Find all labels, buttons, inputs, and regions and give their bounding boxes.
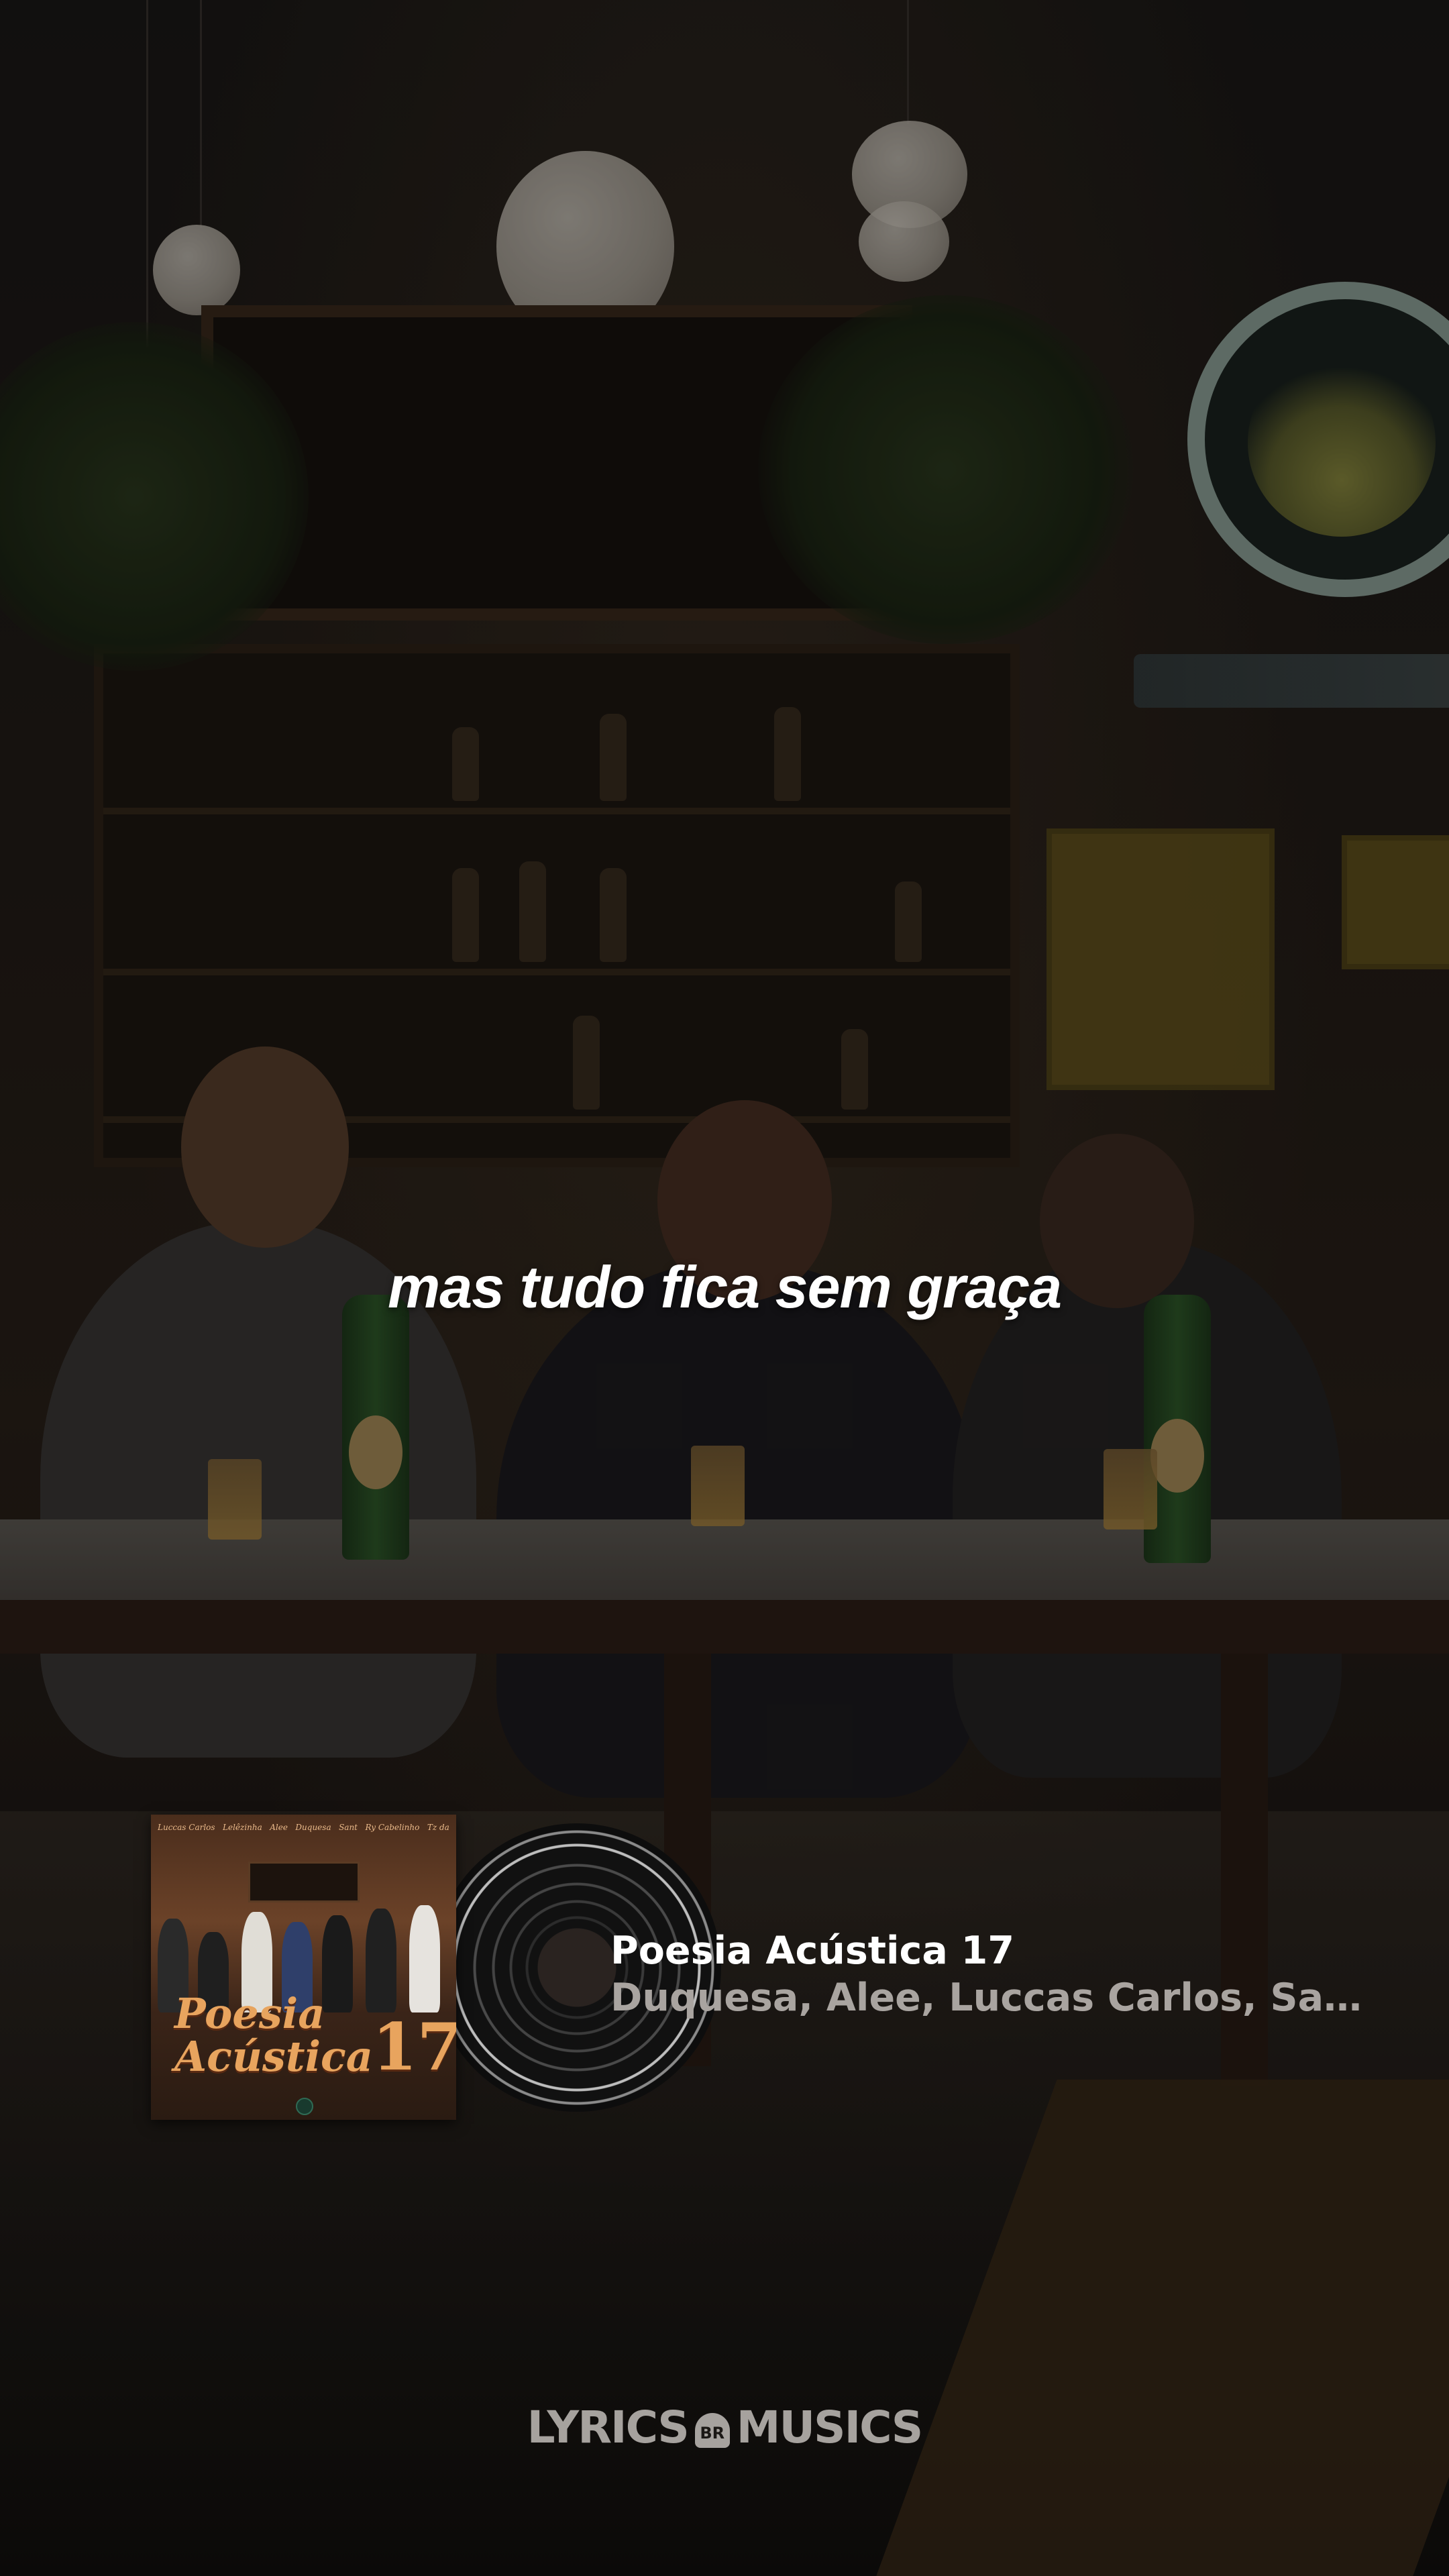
track-title: Poesia Acústica 17 xyxy=(610,1929,1014,1973)
cover-artist-name: Lelêzinha xyxy=(223,1823,262,1832)
album-cover: Luccas Carlos Lelêzinha Alee Duquesa San… xyxy=(151,1815,456,2120)
cover-artist-name: Sant xyxy=(339,1823,358,1832)
cover-menu-board xyxy=(248,1862,360,1902)
current-lyric-line: mas tudo fica sem graça xyxy=(387,1254,1062,1320)
cover-artist-name: Ry Cabelinho xyxy=(365,1823,420,1832)
cover-label-logo xyxy=(296,2098,313,2115)
brand-logo-right: MUSICS xyxy=(736,2402,924,2453)
cover-artist-name: Luccas Carlos xyxy=(158,1823,215,1832)
cover-artist-name: Duquesa xyxy=(295,1823,331,1832)
album-cover-artist-names: Luccas Carlos Lelêzinha Alee Duquesa San… xyxy=(158,1823,449,1832)
album-cover-number: 17 xyxy=(372,2009,456,2085)
brand-badge-icon: BR xyxy=(694,2412,730,2448)
brand-logo-left: LYRICS xyxy=(527,2402,690,2453)
cover-artist-name: Tz da Coronel xyxy=(427,1823,449,1832)
track-artists: Duquesa, Alee, Luccas Carlos, Sant... xyxy=(610,1976,1382,2020)
brand-logo: LYRICS BR MUSICS xyxy=(0,2402,1449,2453)
cover-artist-name: Alee xyxy=(270,1823,288,1832)
now-playing-card: Luccas Carlos Lelêzinha Alee Duquesa San… xyxy=(151,1815,1399,2120)
